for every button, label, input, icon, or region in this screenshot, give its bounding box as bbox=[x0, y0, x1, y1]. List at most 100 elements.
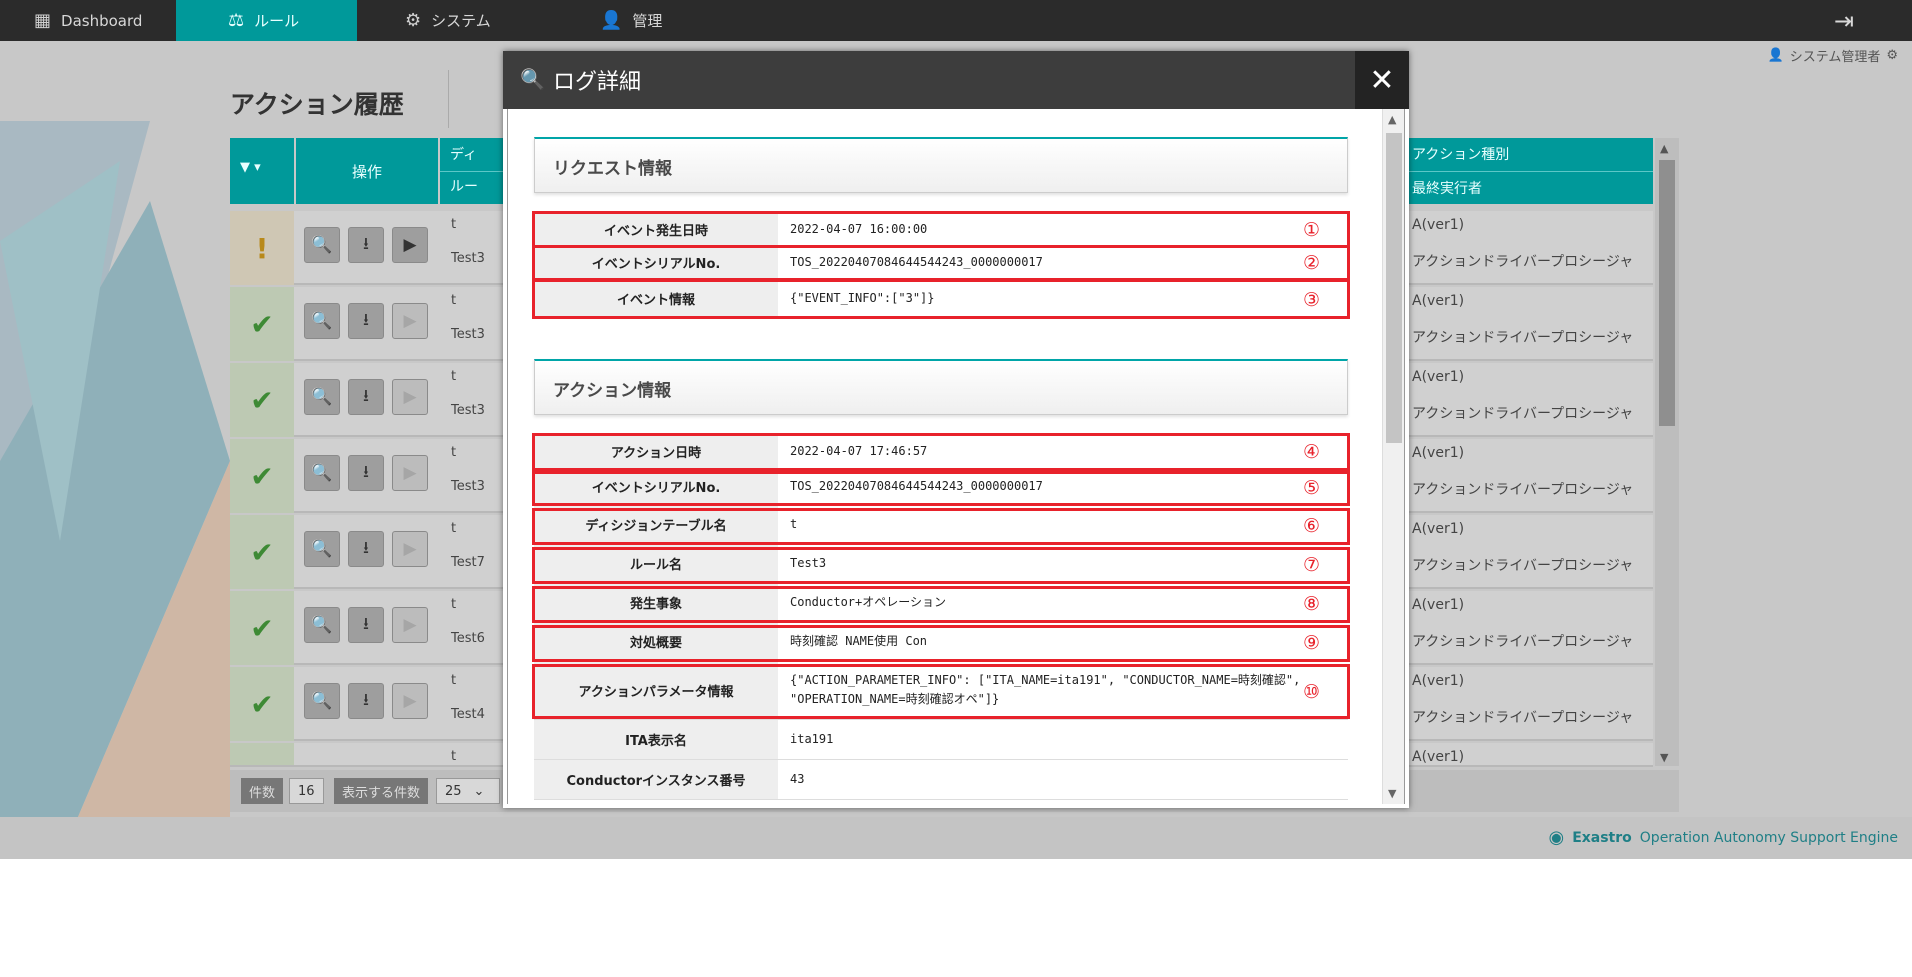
annotation-number: ① bbox=[1303, 219, 1321, 241]
nav-rules[interactable]: ⚖ ルール bbox=[176, 0, 357, 41]
row-decision-table: t bbox=[451, 597, 457, 612]
annotation-number: ⑦ bbox=[1303, 554, 1321, 576]
close-button[interactable]: ✕ bbox=[1355, 51, 1409, 109]
highlight-box bbox=[532, 211, 1350, 248]
row-decision-table: t bbox=[451, 749, 457, 764]
download-icon: ⭳ bbox=[363, 385, 369, 406]
success-check-icon: ✔ bbox=[230, 667, 294, 741]
count-value: 16 bbox=[289, 778, 324, 804]
run-button-disabled: ▶ bbox=[392, 303, 428, 339]
scroll-up-icon[interactable]: ▲ bbox=[1388, 113, 1396, 126]
row-last-executor: アクションドライバープロシージャ bbox=[1412, 558, 1634, 574]
nav-admin-label: 管理 bbox=[632, 12, 663, 30]
warning-status-icon: ! bbox=[230, 211, 294, 285]
dialog-scroll-thumb[interactable] bbox=[1386, 133, 1402, 443]
highlight-box bbox=[532, 433, 1350, 471]
row-rule-name: Test7 bbox=[451, 555, 485, 570]
row-rule-name: Test3 bbox=[451, 403, 485, 418]
row-decision-table: t bbox=[451, 445, 457, 460]
user-icon: 👤 bbox=[1767, 48, 1784, 63]
detail-button[interactable]: 🔍 bbox=[304, 607, 340, 643]
dialog-scrollbar[interactable]: ▲ ▼ bbox=[1382, 109, 1404, 804]
highlight-box bbox=[532, 471, 1350, 506]
row-action-type: A(ver1) bbox=[1412, 445, 1465, 461]
logout-icon[interactable]: ⇥ bbox=[1834, 7, 1854, 35]
header-col-last-executor[interactable]: 最終実行者 bbox=[1412, 178, 1482, 198]
table-scrollbar[interactable]: ▲ ▼ bbox=[1655, 138, 1679, 766]
run-button[interactable]: ▶ bbox=[392, 227, 428, 263]
action-section-title: アクション情報 bbox=[553, 381, 672, 401]
run-button-disabled: ▶ bbox=[392, 683, 428, 719]
row-action-type: A(ver1) bbox=[1412, 369, 1465, 385]
row-rule-name: Test3 bbox=[451, 327, 485, 342]
row-action-type: A(ver1) bbox=[1412, 749, 1465, 765]
download-button[interactable]: ⭳ bbox=[348, 379, 384, 415]
nav-admin[interactable]: 👤 管理 bbox=[545, 0, 705, 41]
user-admin-icon: 👤 bbox=[600, 10, 623, 31]
conductor-instance-value: 43 bbox=[790, 772, 805, 786]
row-action-type: A(ver1) bbox=[1412, 217, 1465, 233]
detail-button[interactable]: 🔍 bbox=[304, 303, 340, 339]
detail-button[interactable]: 🔍 bbox=[304, 683, 340, 719]
filter-icon[interactable]: ▼ ▾ bbox=[240, 160, 261, 175]
row-decision-table: t bbox=[451, 521, 457, 536]
download-button[interactable]: ⭳ bbox=[348, 607, 384, 643]
download-icon: ⭳ bbox=[363, 537, 369, 558]
table-scroll-thumb[interactable] bbox=[1659, 160, 1675, 426]
log-detail-icon: 🔍 bbox=[311, 235, 333, 255]
success-check-icon: ✔ bbox=[230, 363, 294, 437]
request-info-section: リクエスト情報 bbox=[534, 137, 1348, 193]
detail-button[interactable]: 🔍 bbox=[304, 227, 340, 263]
download-button[interactable]: ⭳ bbox=[348, 303, 384, 339]
row-action-type: A(ver1) bbox=[1412, 521, 1465, 537]
download-button[interactable]: ⭳ bbox=[348, 455, 384, 491]
scroll-down-icon[interactable]: ▼ bbox=[1660, 751, 1668, 764]
row-decision-table: t bbox=[451, 217, 457, 232]
highlight-box bbox=[532, 508, 1350, 545]
success-check-icon: ✔ bbox=[230, 515, 294, 589]
filter-column-header[interactable]: ▼ ▾ bbox=[230, 138, 294, 204]
top-nav: ▦ Dashboard ⚖ ルール ⚙ システム 👤 管理 ⇥ bbox=[0, 0, 1912, 41]
success-check-icon: ✔ bbox=[230, 287, 294, 361]
play-icon: ▶ bbox=[403, 691, 417, 711]
run-button-disabled: ▶ bbox=[392, 531, 428, 567]
header-col-top-left[interactable]: ディ bbox=[450, 144, 477, 164]
header-col-action-type[interactable]: アクション種別 bbox=[1412, 144, 1509, 164]
settings-icon[interactable]: ⚙ bbox=[1886, 48, 1898, 63]
nav-system[interactable]: ⚙ システム bbox=[357, 0, 545, 41]
action-info-section: アクション情報 bbox=[534, 359, 1348, 415]
download-button[interactable]: ⭳ bbox=[348, 531, 384, 567]
run-button-disabled: ▶ bbox=[392, 455, 428, 491]
nav-rules-label: ルール bbox=[254, 12, 300, 30]
nav-dashboard[interactable]: ▦ Dashboard bbox=[0, 0, 176, 41]
success-check-icon: ✔ bbox=[230, 591, 294, 665]
download-icon: ⭳ bbox=[363, 233, 369, 254]
scroll-up-icon[interactable]: ▲ bbox=[1660, 142, 1668, 155]
download-button[interactable]: ⭳ bbox=[348, 227, 384, 263]
detail-button[interactable]: 🔍 bbox=[304, 531, 340, 567]
per-page-select[interactable]: 25 ⌄ bbox=[436, 778, 500, 804]
row-rule-name: Test4 bbox=[451, 707, 485, 722]
log-detail-icon: 🔍 bbox=[520, 67, 545, 91]
dialog-header: 🔍 ログ詳細 ✕ bbox=[503, 51, 1409, 109]
highlight-box bbox=[532, 664, 1350, 719]
annotation-number: ⑩ bbox=[1303, 681, 1321, 703]
row-last-executor: アクションドライバープロシージャ bbox=[1412, 634, 1634, 650]
row-rule-name: Test6 bbox=[451, 631, 485, 646]
user-name: システム管理者 bbox=[1789, 50, 1881, 65]
annotation-number: ④ bbox=[1303, 441, 1321, 463]
dashboard-icon: ▦ bbox=[34, 10, 52, 31]
row-last-executor: アクションドライバープロシージャ bbox=[1412, 406, 1634, 422]
user-menu[interactable]: 👤 システム管理者 ⚙ bbox=[1768, 46, 1898, 65]
log-detail-icon: 🔍 bbox=[311, 615, 333, 635]
detail-button[interactable]: 🔍 bbox=[304, 455, 340, 491]
detail-row: ITA表示名 ita191 bbox=[534, 720, 1348, 760]
row-last-executor: アクションドライバープロシージャ bbox=[1412, 254, 1634, 270]
download-button[interactable]: ⭳ bbox=[348, 683, 384, 719]
header-col-bottom-left[interactable]: ルー bbox=[450, 176, 478, 196]
scroll-down-icon[interactable]: ▼ bbox=[1388, 787, 1396, 800]
title-divider bbox=[448, 70, 449, 128]
detail-button[interactable]: 🔍 bbox=[304, 379, 340, 415]
download-icon: ⭳ bbox=[363, 689, 369, 710]
run-button-disabled: ▶ bbox=[392, 607, 428, 643]
